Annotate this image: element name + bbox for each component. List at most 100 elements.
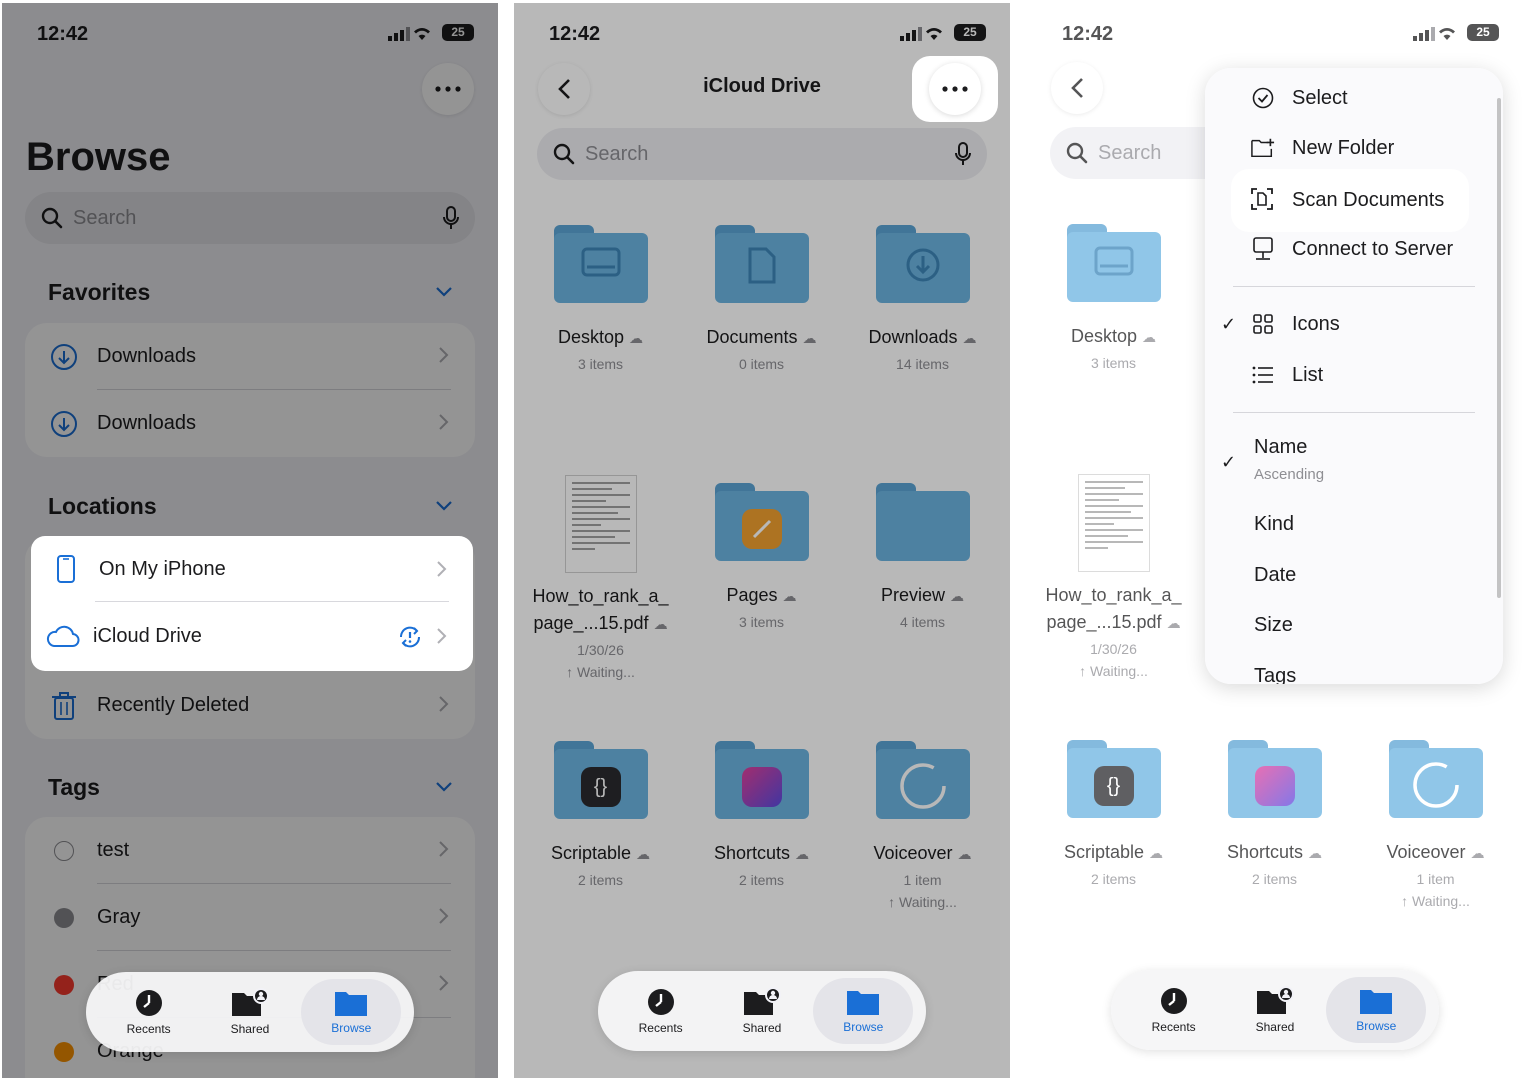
chevron-down-icon[interactable] bbox=[436, 501, 452, 511]
tab-bar: Recents Shared Browse bbox=[598, 971, 926, 1051]
menu-label: Kind bbox=[1254, 512, 1295, 535]
microphone-icon[interactable] bbox=[955, 142, 971, 166]
tag-color-dot bbox=[54, 1041, 74, 1062]
location-item-icloud-drive[interactable]: iCloud Drive bbox=[31, 602, 473, 670]
tab-label: Recents bbox=[638, 1021, 683, 1035]
menu-item-scan-documents[interactable]: Scan Documents bbox=[1231, 169, 1469, 232]
clock-icon bbox=[647, 989, 674, 1015]
clock-icon bbox=[1160, 988, 1187, 1014]
ellipsis-icon bbox=[435, 86, 461, 92]
folder-icon bbox=[1227, 740, 1322, 818]
folder-preview[interactable]: Preview ☁ 4 items bbox=[842, 483, 1003, 630]
item-name: Voiceover bbox=[1386, 842, 1466, 862]
tab-recents[interactable]: Recents bbox=[99, 979, 199, 1045]
menu-item-new-folder[interactable]: New Folder bbox=[1205, 134, 1503, 162]
item-name: Shortcuts bbox=[713, 843, 791, 863]
menu-item-sort-date[interactable]: Date bbox=[1205, 561, 1503, 589]
location-item-recently-deleted[interactable]: Recently Deleted bbox=[25, 672, 475, 739]
chevron-left-icon bbox=[1071, 78, 1083, 98]
tab-label: Shared bbox=[742, 1021, 782, 1035]
menu-item-icons[interactable]: ✓ Icons bbox=[1205, 310, 1503, 338]
cellular-signal-icon bbox=[388, 27, 410, 41]
chevron-right-icon bbox=[437, 628, 447, 644]
folder-scriptable[interactable]: {} Scriptable ☁ 2 items bbox=[1033, 740, 1194, 887]
menu-item-sort-tags[interactable]: Tags bbox=[1205, 662, 1503, 685]
folder-pages[interactable]: Pages ☁ 3 items bbox=[681, 483, 842, 630]
chevron-right-icon bbox=[439, 414, 449, 430]
chevron-right-icon bbox=[437, 561, 447, 577]
file-pdf[interactable]: How_to_rank_a_ page_...15.pdf ☁ 1/30/26 … bbox=[520, 475, 681, 680]
status-bar: 12:42 25 bbox=[549, 21, 986, 47]
tags-heading[interactable]: Tags bbox=[48, 774, 100, 801]
menu-item-connect-to-server[interactable]: Connect to Server bbox=[1205, 235, 1503, 263]
tab-browse[interactable]: Browse bbox=[813, 978, 914, 1044]
cloud-icon: ☁ bbox=[1470, 845, 1485, 861]
tab-shared[interactable]: Shared bbox=[712, 978, 812, 1044]
status-time: 12:42 bbox=[1062, 23, 1114, 45]
search-field[interactable]: Search bbox=[25, 192, 475, 244]
search-placeholder: Search bbox=[73, 206, 137, 229]
tab-shared[interactable]: Shared bbox=[200, 979, 300, 1045]
cloud-icon: ☁ bbox=[962, 330, 977, 346]
more-button[interactable] bbox=[422, 63, 474, 115]
tab-recents[interactable]: Recents bbox=[1124, 977, 1224, 1043]
favorite-item-downloads[interactable]: Downloads bbox=[25, 323, 475, 390]
location-item-on-my-iphone[interactable]: On My iPhone bbox=[31, 536, 473, 602]
tab-shared[interactable]: Shared bbox=[1225, 977, 1325, 1043]
document-scanner-icon bbox=[1251, 188, 1273, 210]
item-count: 2 items bbox=[1090, 871, 1137, 887]
search-icon bbox=[1066, 142, 1088, 164]
folder-voiceover[interactable]: Voiceover ☁ 1 item ↑ Waiting... bbox=[1355, 740, 1516, 909]
folder-icon bbox=[553, 225, 648, 303]
icloud-drive-screen: 12:42 25 iCloud Drive Search Desktop ☁ 3… bbox=[514, 3, 1010, 1078]
chevron-down-icon[interactable] bbox=[436, 782, 452, 792]
item-status: ↑ Waiting... bbox=[566, 664, 635, 680]
search-field[interactable]: Search bbox=[537, 128, 987, 180]
search-icon bbox=[553, 143, 575, 165]
tag-item-test[interactable]: test bbox=[25, 817, 475, 884]
menu-item-select[interactable]: Select bbox=[1205, 84, 1503, 112]
item-count: 2 items bbox=[1251, 871, 1298, 887]
chevron-right-icon bbox=[439, 347, 449, 363]
menu-item-sort-size[interactable]: Size bbox=[1205, 611, 1503, 639]
folder-desktop[interactable]: Desktop ☁ 3 items bbox=[520, 225, 681, 372]
menu-item-sort-kind[interactable]: Kind bbox=[1205, 510, 1503, 538]
item-count: 14 items bbox=[896, 356, 949, 372]
tag-label: test bbox=[97, 839, 130, 861]
folder-downloads[interactable]: Downloads ☁ 14 items bbox=[842, 225, 1003, 372]
tab-browse[interactable]: Browse bbox=[301, 979, 402, 1045]
folder-documents[interactable]: Documents ☁ 0 items bbox=[681, 225, 842, 372]
location-label: Recently Deleted bbox=[97, 694, 250, 716]
tab-recents[interactable]: Recents bbox=[611, 978, 711, 1044]
menu-item-list[interactable]: List bbox=[1205, 361, 1503, 389]
file-pdf[interactable]: How_to_rank_a_ page_...15.pdf ☁ 1/30/26 … bbox=[1033, 474, 1194, 679]
more-button[interactable] bbox=[929, 63, 981, 115]
folder-desktop[interactable]: Desktop ☁ 3 items bbox=[1033, 224, 1194, 371]
item-name: Desktop bbox=[1070, 326, 1138, 346]
sync-alert-icon[interactable] bbox=[397, 624, 423, 650]
folder-voiceover[interactable]: Voiceover ☁ 1 item ↑ Waiting... bbox=[842, 741, 1003, 910]
favorite-label: Downloads bbox=[97, 345, 196, 367]
shared-folder-icon bbox=[1256, 986, 1294, 1014]
menu-item-sort-name[interactable]: ✓ Name Ascending bbox=[1205, 436, 1503, 488]
microphone-icon[interactable] bbox=[443, 206, 459, 230]
tab-label: Recents bbox=[1151, 1020, 1196, 1034]
folder-scriptable[interactable]: {} Scriptable ☁ 2 items bbox=[520, 741, 681, 888]
locations-heading[interactable]: Locations bbox=[48, 493, 157, 520]
tab-browse[interactable]: Browse bbox=[1326, 977, 1427, 1043]
shared-folder-icon bbox=[231, 988, 269, 1016]
folder-icon bbox=[714, 225, 809, 303]
folder-shortcuts[interactable]: Shortcuts ☁ 2 items bbox=[1194, 740, 1355, 887]
folder-shortcuts[interactable]: Shortcuts ☁ 2 items bbox=[681, 741, 842, 888]
back-button[interactable] bbox=[1051, 62, 1103, 114]
favorite-item-downloads[interactable]: Downloads bbox=[25, 390, 475, 457]
chevron-down-icon[interactable] bbox=[436, 287, 452, 297]
tag-item-gray[interactable]: Gray bbox=[25, 884, 475, 951]
pdf-thumbnail bbox=[564, 475, 637, 573]
menu-scroll-indicator[interactable] bbox=[1497, 98, 1501, 598]
favorites-heading[interactable]: Favorites bbox=[48, 279, 150, 306]
folder-icon bbox=[335, 992, 368, 1016]
search-icon bbox=[41, 207, 63, 229]
tab-label: Shared bbox=[1255, 1020, 1295, 1034]
folder-plus-icon bbox=[1251, 138, 1275, 158]
